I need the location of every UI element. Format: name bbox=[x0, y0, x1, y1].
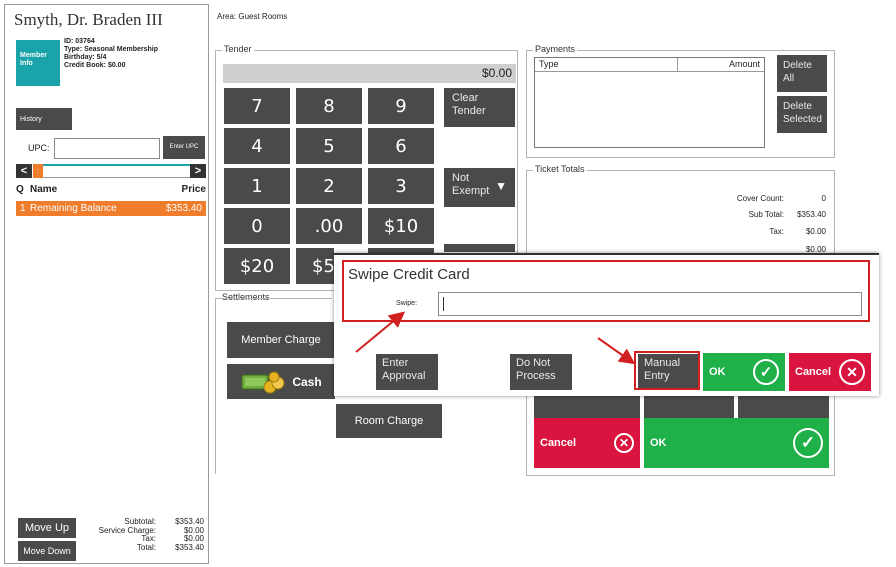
key-5-dollars[interactable]: $5 bbox=[296, 248, 335, 284]
tender-amount-display: $0.00 bbox=[223, 64, 516, 83]
dropdown-triangle-icon: ▼ bbox=[495, 179, 507, 193]
member-credit-book: Credit Book: $0.00 bbox=[64, 62, 126, 69]
ticket-tax-value: $0.00 bbox=[805, 227, 826, 236]
swipe-label: Swipe: bbox=[396, 300, 418, 307]
item-name: Remaining Balance bbox=[30, 203, 117, 214]
area-label: Area: Guest Rooms bbox=[217, 12, 288, 21]
cash-money-icon bbox=[240, 369, 286, 395]
chevron-left-icon[interactable]: < bbox=[16, 164, 32, 178]
sub-total-row: Sub Total: $353.40 bbox=[640, 210, 826, 219]
key-1[interactable]: 1 bbox=[224, 168, 290, 204]
sub-total-label: Sub Total: bbox=[748, 210, 784, 219]
header-price: Price bbox=[181, 184, 206, 195]
ticket-button-partial-3[interactable] bbox=[738, 396, 829, 418]
key-2[interactable]: 2 bbox=[296, 168, 362, 204]
list-item[interactable]: 1 Remaining Balance $353.40 bbox=[16, 201, 206, 216]
member-type: Type: Seasonal Membership bbox=[64, 46, 159, 53]
ticket-totals-legend: Ticket Totals bbox=[533, 164, 587, 174]
upc-input[interactable] bbox=[54, 138, 160, 159]
ticket-ok-button[interactable]: OK ✓ bbox=[644, 418, 829, 468]
member-info-button[interactable]: Member Info bbox=[16, 40, 60, 86]
move-down-button[interactable]: Move Down bbox=[18, 541, 76, 561]
cover-count-label: Cover Count: bbox=[736, 194, 784, 203]
clear-tender-button[interactable]: Clear Tender bbox=[444, 88, 515, 127]
room-charge-button[interactable]: Room Charge bbox=[336, 404, 442, 438]
dialog-ok-button[interactable]: OK ✓ bbox=[703, 353, 785, 391]
key-9[interactable]: 9 bbox=[368, 88, 434, 124]
total-value: $353.40 bbox=[175, 542, 204, 552]
order-panel bbox=[4, 4, 209, 564]
total-label: Total: bbox=[136, 542, 156, 552]
guest-name: Smyth, Dr. Braden III bbox=[14, 10, 163, 29]
close-circle-icon: ✕ bbox=[614, 433, 634, 453]
header-name: Name bbox=[30, 184, 58, 195]
move-up-button[interactable]: Move Up bbox=[18, 518, 76, 538]
key-0[interactable]: 0 bbox=[224, 208, 290, 244]
upc-label: UPC: bbox=[28, 143, 50, 153]
tax-row: Tax: $0.00 bbox=[640, 227, 826, 236]
tender-legend: Tender bbox=[222, 44, 254, 54]
member-id: ID: 03764 bbox=[64, 38, 95, 45]
key-6[interactable]: 6 bbox=[368, 128, 434, 164]
item-qty: 1 bbox=[20, 203, 26, 214]
ticket-tax-label: Tax: bbox=[769, 227, 784, 236]
payments-table-header: Type Amount bbox=[535, 58, 764, 72]
enter-approval-button[interactable]: Enter Approval bbox=[376, 354, 438, 390]
order-totals-values: $353.40 $0.00 $0.00 $353.40 bbox=[158, 517, 204, 552]
tender-button-partial[interactable] bbox=[444, 244, 515, 252]
order-totals-labels: Subtotal: Service Charge: Tax: Total: bbox=[84, 517, 156, 552]
dialog-title: Swipe Credit Card bbox=[348, 266, 470, 283]
key-7[interactable]: 7 bbox=[224, 88, 290, 124]
item-list-header: Q Name Price bbox=[16, 184, 206, 198]
ticket-button-partial-1[interactable] bbox=[534, 396, 640, 418]
swipe-input[interactable] bbox=[438, 292, 862, 316]
delete-selected-button[interactable]: Delete Selected bbox=[777, 96, 827, 133]
key-point-00[interactable]: .00 bbox=[296, 208, 362, 244]
header-qty: Q bbox=[16, 184, 24, 195]
do-not-process-button[interactable]: Do Not Process bbox=[510, 354, 572, 390]
dialog-ok-label: OK bbox=[709, 366, 726, 378]
ticket-ok-label: OK bbox=[650, 437, 667, 449]
key-8[interactable]: 8 bbox=[296, 88, 362, 124]
annotation-highlight-manual-entry bbox=[634, 351, 700, 390]
ticket-cancel-button[interactable]: Cancel ✕ bbox=[534, 418, 640, 468]
item-scroll-bar: < : > bbox=[16, 164, 206, 178]
chevron-right-icon[interactable]: > bbox=[190, 164, 206, 178]
key-5[interactable]: 5 bbox=[296, 128, 362, 164]
sub-total-value: $353.40 bbox=[797, 210, 826, 219]
member-birthday: Birthday: 5/4 bbox=[64, 54, 107, 61]
payments-table[interactable]: Type Amount bbox=[534, 57, 765, 148]
delete-all-button[interactable]: Delete All bbox=[777, 55, 827, 92]
payments-col-amount: Amount bbox=[728, 59, 760, 69]
scroll-position-marker[interactable]: : bbox=[33, 164, 43, 178]
enter-upc-button[interactable]: Enter UPC bbox=[163, 136, 205, 159]
not-exempt-label: Not Exempt bbox=[452, 172, 490, 197]
checkmark-circle-icon: ✓ bbox=[753, 359, 779, 385]
cash-label: Cash bbox=[292, 374, 322, 389]
member-details: ID: 03764 Type: Seasonal Membership Birt… bbox=[64, 38, 158, 70]
close-circle-icon: ✕ bbox=[839, 359, 865, 385]
history-button[interactable]: History bbox=[16, 108, 72, 130]
ticket-cancel-label: Cancel bbox=[540, 437, 577, 449]
key-10-dollars[interactable]: $10 bbox=[368, 208, 434, 244]
key-20-dollars[interactable]: $20 bbox=[224, 248, 290, 284]
key-4[interactable]: 4 bbox=[224, 128, 290, 164]
payments-legend: Payments bbox=[533, 44, 578, 54]
checkmark-circle-icon: ✓ bbox=[793, 428, 823, 458]
cash-button[interactable]: Cash bbox=[227, 364, 335, 399]
scroll-track[interactable] bbox=[43, 164, 190, 178]
dialog-cancel-label: Cancel bbox=[795, 366, 832, 378]
dialog-cancel-button[interactable]: Cancel ✕ bbox=[789, 353, 871, 391]
item-price: $353.40 bbox=[165, 203, 202, 214]
gratuity-value: $0.00 bbox=[805, 245, 826, 252]
cover-count-value: 0 bbox=[821, 194, 826, 203]
payments-col-type: Type bbox=[535, 58, 678, 71]
cover-count-row: Cover Count: 0 bbox=[640, 194, 826, 203]
member-charge-button[interactable]: Member Charge bbox=[227, 322, 335, 358]
gratuity-row: $0.00 bbox=[640, 245, 826, 252]
ticket-button-partial-2[interactable] bbox=[644, 396, 734, 418]
key-3[interactable]: 3 bbox=[368, 168, 434, 204]
not-exempt-dropdown[interactable]: Not Exempt ▼ bbox=[444, 168, 515, 207]
